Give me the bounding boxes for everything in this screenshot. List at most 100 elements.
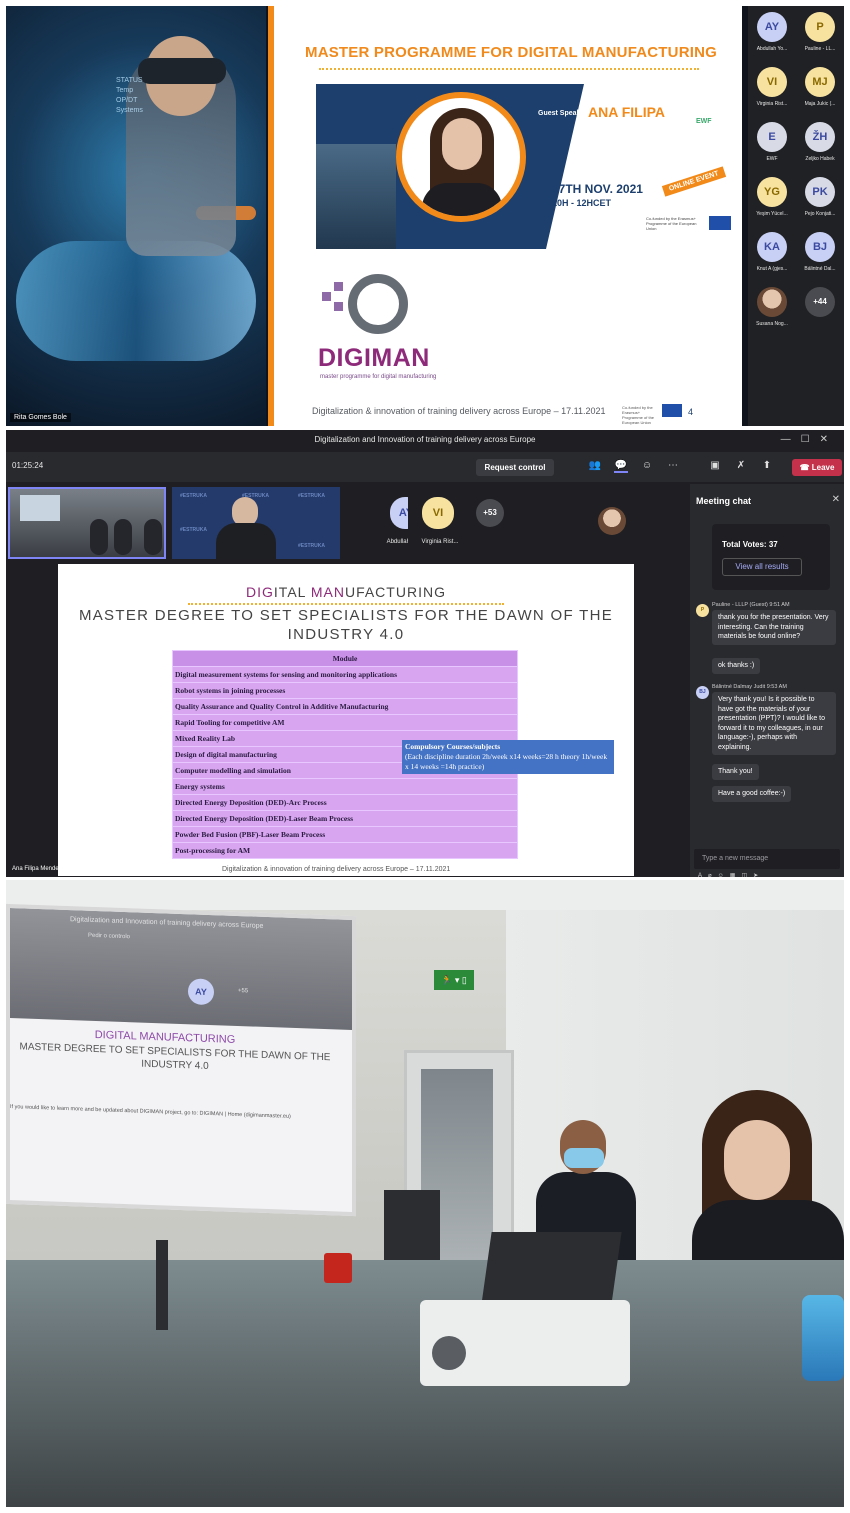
minimize-icon[interactable]: —: [781, 434, 801, 445]
title-dotted-rule: [188, 603, 504, 605]
table-row: Directed Energy Deposition (DED)-Arc Pro…: [172, 794, 518, 811]
participant-name: Maja Jukic (...: [804, 101, 836, 107]
laptop: [384, 1190, 440, 1260]
participants-icon[interactable]: 👥: [588, 459, 602, 473]
window-title: Digitalization and Innovation of trainin…: [6, 430, 844, 450]
close-icon[interactable]: ✕: [820, 434, 838, 445]
remote-video-tile[interactable]: #ESTRUKA #ESTRUKA #ESTRUKA #ESTRUKA #EST…: [172, 487, 340, 559]
message-bubble: Very thank you! Is it possible to have g…: [712, 692, 836, 755]
avatar: MJ: [805, 67, 835, 97]
close-icon[interactable]: ✕: [832, 494, 840, 505]
avatar: PK: [805, 177, 835, 207]
participant-tile[interactable]: VI Virginia Rist...: [748, 61, 796, 116]
more-participants-tile[interactable]: +53: [472, 487, 512, 559]
projected-avatar: AY: [188, 978, 214, 1006]
digiman-gear-logo: [318, 274, 418, 344]
hud-line: Systems: [116, 107, 143, 114]
room-person: [144, 519, 162, 555]
module-cell: Powder Bed Fusion (PBF)-Laser Beam Proce…: [172, 826, 518, 843]
participant-tile[interactable]: KA Knut A (gjes...: [748, 226, 796, 281]
poll-total-votes: Total Votes: 37: [722, 540, 778, 549]
projected-more-count: +55: [238, 987, 249, 995]
gif-icon[interactable]: ▦: [730, 873, 742, 877]
banner-image: [316, 144, 396, 249]
slide-footer: Digitalization & innovation of training …: [312, 406, 606, 416]
avatar: VI: [757, 67, 787, 97]
emoji-icon[interactable]: ☺: [718, 873, 730, 877]
table-header-row: Module: [172, 650, 518, 667]
slide-title: DIGITAL MANUFACTURING: [58, 584, 634, 600]
avatar: BJ: [696, 686, 709, 699]
participant-tile[interactable]: Susana Nog...: [748, 281, 796, 336]
participant-name-tag: Rita Gomes Bole: [10, 413, 71, 422]
participant-tile[interactable]: BJ Bálintné Dal...: [796, 226, 844, 281]
eu-flag-icon: [662, 404, 682, 417]
reactions-icon[interactable]: ☺: [640, 459, 654, 473]
send-icon[interactable]: ➤: [753, 873, 764, 877]
sticker-icon[interactable]: ◫: [741, 873, 753, 877]
table-header-cell: Module: [172, 650, 518, 667]
maximize-icon[interactable]: ☐: [801, 434, 820, 445]
projector-lens: [432, 1336, 466, 1370]
participant-tile[interactable]: VI Virginia Rist...: [408, 487, 472, 559]
participant-name: Yeşim Yücel...: [756, 211, 788, 217]
avatar: P: [696, 604, 709, 617]
title-part: UFACTURING: [344, 584, 446, 600]
format-icon[interactable]: A: [698, 873, 708, 877]
participant-tile[interactable]: PK Pejo Konjati...: [796, 171, 844, 226]
cofunded-text: Co-funded by the Erasmus+ Programme of t…: [646, 216, 697, 231]
speaker-body: [422, 183, 502, 216]
message-bubble: Have a good coffee:-): [712, 786, 792, 802]
shared-slide-modules: DIGITAL MANUFACTURING MASTER DEGREE TO S…: [58, 564, 634, 876]
table-row: Post-processing for AM: [172, 842, 518, 859]
share-icon[interactable]: ⬆: [760, 459, 774, 473]
module-cell: Energy systems: [172, 778, 518, 795]
slide-footer: Digitalization & innovation of training …: [222, 866, 451, 873]
participant-name: Virginia Rist...: [421, 539, 459, 545]
participant-name: Knut A (gjes...: [756, 266, 788, 272]
table-row: Directed Energy Deposition (DED)-Laser B…: [172, 810, 518, 827]
slide-subtitle: MASTER DEGREE TO SET SPECIALISTS FOR THE…: [78, 607, 614, 643]
table-row: Rapid Tooling for competitive AM: [172, 714, 518, 731]
hero-video-tile[interactable]: STATUS Temp OP/DT Systems Rita Gomes Bol…: [6, 6, 266, 426]
event-time: 10H - 12HCET: [552, 198, 612, 208]
self-video-tile[interactable]: [546, 487, 680, 559]
leave-label: Leave: [811, 463, 835, 472]
participant-tile[interactable]: +44: [796, 281, 844, 336]
chat-icon[interactable]: 💬: [614, 459, 628, 473]
attach-icon[interactable]: ⌀: [708, 873, 718, 877]
table-row: Quality Assurance and Quality Control in…: [172, 698, 518, 715]
more-options-icon[interactable]: ⋯: [666, 459, 680, 473]
meeting-screenshot-1: STATUS Temp OP/DT Systems Rita Gomes Bol…: [6, 6, 844, 426]
room-video-tile[interactable]: [8, 487, 166, 559]
digiman-subtitle: master programme for digital manufacturi…: [320, 374, 437, 380]
backdrop-hash: #ESTRUKA: [298, 493, 325, 499]
title-dotted-rule: [319, 68, 699, 70]
avatar: BJ: [805, 232, 835, 262]
participant-tile[interactable]: P Pauline - LL...: [796, 6, 844, 61]
mic-off-icon[interactable]: ✗: [734, 459, 748, 473]
participant-name: EWF: [766, 156, 778, 162]
video-strip: #ESTRUKA #ESTRUKA #ESTRUKA #ESTRUKA #EST…: [6, 484, 688, 562]
module-cell: Quality Assurance and Quality Control in…: [172, 698, 518, 715]
presenter-name-tag: Ana Filipa Mendes: [12, 866, 62, 872]
camera-off-icon[interactable]: ▣: [708, 459, 722, 473]
leave-button[interactable]: ☎ Leave: [792, 459, 842, 476]
participant-name: Željko Habek: [805, 156, 835, 162]
request-control-button[interactable]: Request control: [476, 459, 554, 476]
room-screen: [20, 495, 60, 521]
participant-tile[interactable]: YG Yeşim Yücel...: [748, 171, 796, 226]
participant-tile[interactable]: ŽH Željko Habek: [796, 116, 844, 171]
participant-tile[interactable]: MJ Maja Jukic (...: [796, 61, 844, 116]
participant-tile[interactable]: E EWF: [748, 116, 796, 171]
table-row: Powder Bed Fusion (PBF)-Laser Beam Proce…: [172, 826, 518, 843]
message-bubble: Thank you!: [712, 764, 759, 780]
woman-face: [724, 1120, 790, 1200]
gear-icon: [348, 274, 408, 334]
view-all-results-button[interactable]: View all results: [722, 558, 802, 576]
participant-tile[interactable]: AY Abdullah Yo...: [748, 6, 796, 61]
meeting-chat-panel: Meeting chat ✕ Total Votes: 37 View all …: [690, 484, 844, 877]
guest-label: Guest Speaker:: [538, 110, 590, 117]
chat-compose-input[interactable]: Type a new message: [694, 849, 840, 869]
meeting-screenshot-2: Digitalization and Innovation of trainin…: [6, 430, 844, 877]
